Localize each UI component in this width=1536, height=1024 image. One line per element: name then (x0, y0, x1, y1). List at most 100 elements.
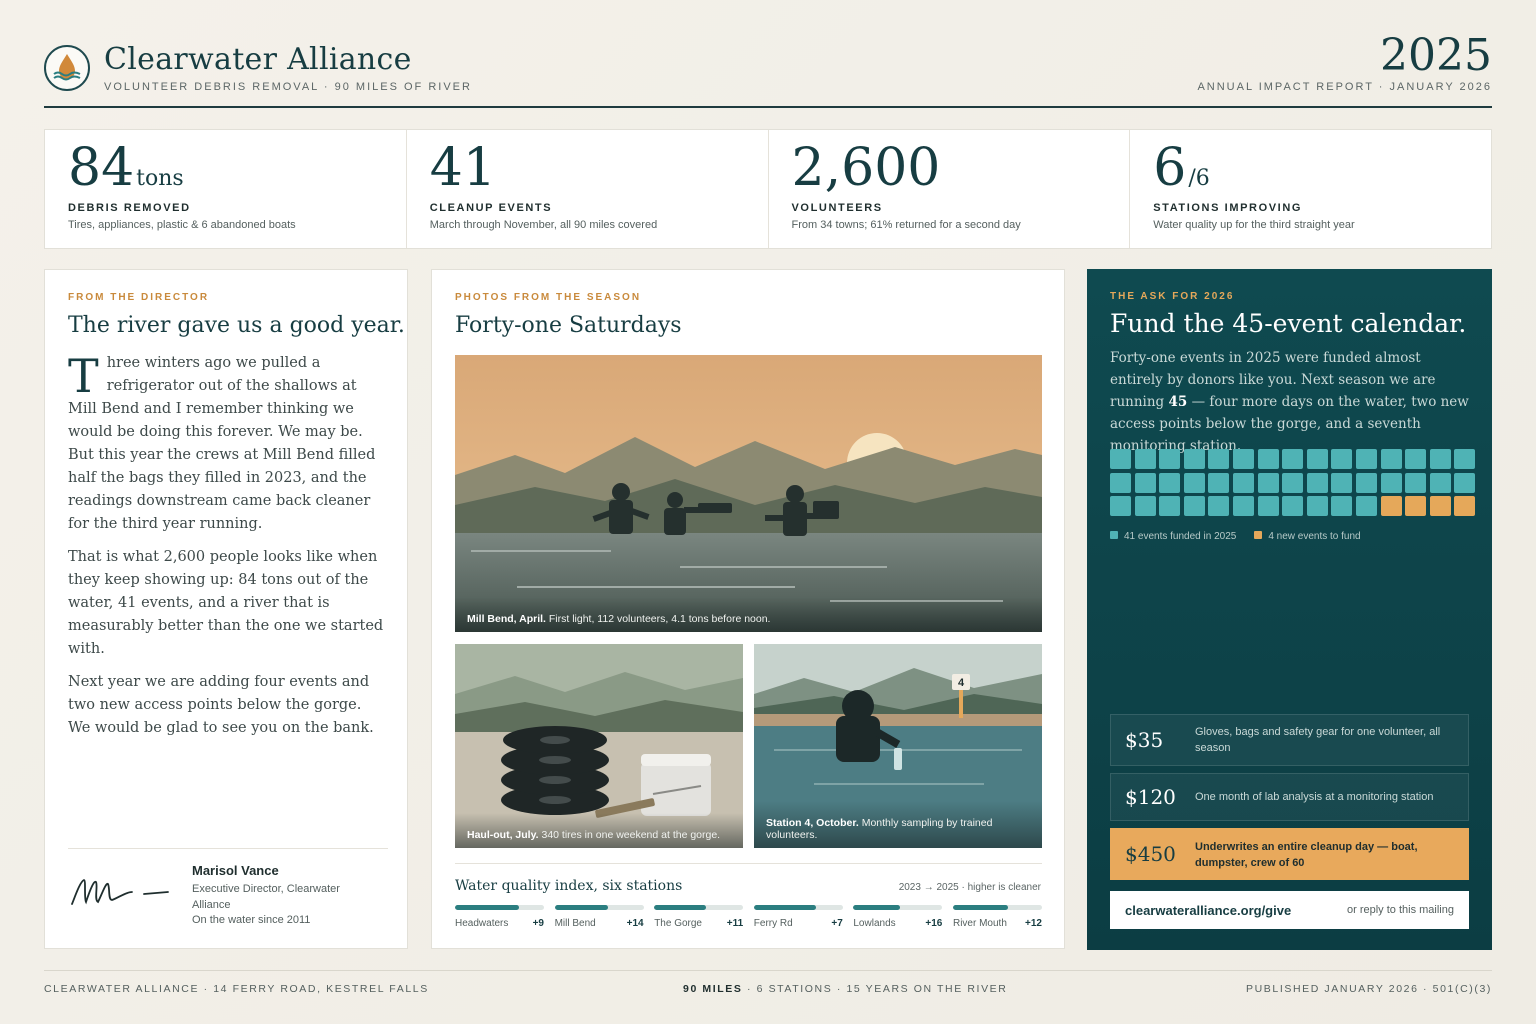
letter-title: The river gave us a good year. (68, 313, 405, 338)
event-cell-funded (1331, 496, 1353, 517)
tier-amount: $120 (1125, 785, 1176, 809)
photo-caption: Haul-out, July. 340 tires in one weekend… (455, 813, 743, 848)
footer-facts: 90 MILES · 6 STATIONS · 15 YEARS ON THE … (683, 983, 1008, 995)
letter-paragraph: Next year we are adding four events and … (68, 674, 374, 736)
water-quality-station: Headwaters +9 (455, 905, 544, 929)
tier-amount: $450 (1125, 842, 1176, 866)
event-cell-funded (1429, 449, 1451, 469)
water-quality-station: Mill Bend +14 (554, 905, 644, 929)
station-name: Ferry Rd (753, 918, 793, 929)
event-cell-funded (1183, 496, 1205, 517)
water-quality-station: The Gorge +11 (654, 905, 744, 929)
event-cell-funded (1405, 472, 1427, 493)
water-quality-stations: Headwaters +9 Mill Bend +14 The Gorge +11 Ferr… (455, 905, 1042, 929)
stat-unit: /6 (1188, 166, 1210, 191)
divider (455, 863, 1042, 864)
org-name: Clearwater Alliance (104, 42, 412, 77)
tier-desc: Underwrites an entire cleanup day — boat… (1195, 841, 1418, 869)
stat-value: 2,600 (791, 138, 941, 198)
quality-bar-fill (554, 905, 608, 910)
quality-bar-fill (654, 905, 706, 910)
event-cell-funded (1454, 449, 1476, 469)
event-cell-funded (1355, 472, 1377, 493)
signer-name: Marisol Vance (192, 863, 279, 878)
stat-events: 41 CLEANUP EVENTS March through November… (407, 130, 769, 248)
event-cell-funded (1110, 496, 1131, 517)
give-url[interactable]: clearwateralliance.org/give (1125, 903, 1291, 918)
station-delta: +11 (726, 918, 744, 929)
photo-mill-bend: Mill Bend, April. First light, 112 volun… (455, 355, 1042, 632)
signer-title: Executive Director, Clearwater Alliance (192, 883, 340, 911)
quality-bar (455, 905, 544, 910)
section-kicker: FROM THE DIRECTOR (68, 292, 210, 303)
report-year: 2025 (1380, 30, 1492, 81)
event-cell-funded (1208, 472, 1230, 493)
quality-bar (853, 905, 943, 910)
ask-card: THE ASK FOR 2026 Fund the 45-event calen… (1087, 269, 1492, 950)
event-cell-funded (1355, 449, 1377, 469)
water-drop-icon (44, 45, 90, 91)
stat-value: 41 (429, 138, 496, 198)
event-cell-funded (1257, 449, 1279, 469)
event-cell-funded (1355, 496, 1377, 517)
legend-new: 4 new events to fund (1254, 531, 1361, 542)
stat-desc: Tires, appliances, plastic & 6 abandoned… (68, 219, 296, 231)
org-tagline: VOLUNTEER DEBRIS REMOVAL · 90 MILES OF R… (104, 81, 472, 93)
tier-amount: $35 (1125, 728, 1164, 752)
station-delta: +7 (831, 918, 843, 929)
event-cell-funded (1331, 449, 1353, 469)
stat-desc: Water quality up for the third straight … (1153, 219, 1355, 231)
event-cell-funded (1232, 496, 1254, 517)
quality-bar (554, 905, 644, 910)
event-cell-funded (1110, 472, 1131, 493)
event-cell-funded (1257, 496, 1279, 517)
stat-debris: 84tons DEBRIS REMOVED Tires, appliances,… (45, 130, 407, 248)
donation-tier-120[interactable]: $120 One month of lab analysis at a moni… (1110, 773, 1469, 821)
station-name: Mill Bend (554, 918, 596, 929)
letter-body: Three winters ago we pulled a refrigerat… (68, 352, 388, 750)
stat-desc: March through November, all 90 miles cov… (429, 219, 658, 231)
event-cell-funded (1208, 496, 1230, 517)
event-cell-funded (1110, 449, 1131, 469)
legend-funded: 41 events funded in 2025 (1110, 531, 1236, 542)
stat-label: STATIONS IMPROVING (1153, 202, 1303, 214)
grid-legend: 41 events funded in 2025 4 new events to… (1110, 531, 1361, 542)
quality-bar-fill (952, 905, 1009, 910)
station-name: Lowlands (853, 918, 896, 929)
photo-caption: Station 4, October. Monthly sampling by … (754, 801, 1042, 848)
donation-tier-35[interactable]: $35 Gloves, bags and safety gear for one… (1110, 714, 1469, 766)
event-cell-funded (1208, 449, 1230, 469)
event-cell-funded (1282, 472, 1304, 493)
event-cell-funded (1232, 472, 1254, 493)
event-cell-new (1454, 496, 1476, 517)
station-marker-label: 4 (958, 677, 965, 689)
photos-title: Forty-one Saturdays (455, 313, 682, 338)
event-cell-new (1405, 496, 1427, 517)
tier-desc: One month of lab analysis at a monitorin… (1195, 791, 1434, 803)
stat-desc: From 34 towns; 61% returned for a second… (791, 219, 1021, 231)
quality-bar-fill (753, 905, 817, 910)
quality-bar (753, 905, 843, 910)
give-link[interactable]: clearwateralliance.org/give or reply to … (1110, 891, 1469, 929)
stat-value: 84 (68, 138, 135, 198)
photo-station-4: 4 Station 4, October. Monthly sampling b… (754, 644, 1042, 848)
quality-bar (952, 905, 1042, 910)
quality-bar-fill (853, 905, 900, 910)
report-header: Clearwater Alliance VOLUNTEER DEBRIS REM… (44, 30, 1492, 108)
donation-tier-450[interactable]: $450 Underwrites an entire cleanup day —… (1110, 828, 1469, 880)
ask-title: Fund the 45-event calendar. (1110, 309, 1467, 338)
report-label: ANNUAL IMPACT REPORT · JANUARY 2026 (1197, 81, 1492, 93)
event-cell-funded (1159, 449, 1181, 469)
water-quality-station: River Mouth +12 (952, 905, 1042, 929)
stat-label: VOLUNTEERS (791, 202, 883, 214)
section-kicker: PHOTOS FROM THE SEASON (455, 292, 642, 303)
stat-stations: 6/6 STATIONS IMPROVING Water quality up … (1130, 130, 1491, 248)
director-letter-card: FROM THE DIRECTOR The river gave us a go… (44, 269, 408, 949)
stat-value: 6 (1153, 138, 1187, 198)
event-cell-funded (1257, 472, 1279, 493)
water-quality-subtitle: 2023 → 2025 · higher is cleaner (898, 882, 1041, 893)
station-delta: +12 (1025, 918, 1042, 929)
signature (68, 868, 178, 917)
event-cell-funded (1183, 449, 1205, 469)
divider (68, 848, 388, 849)
